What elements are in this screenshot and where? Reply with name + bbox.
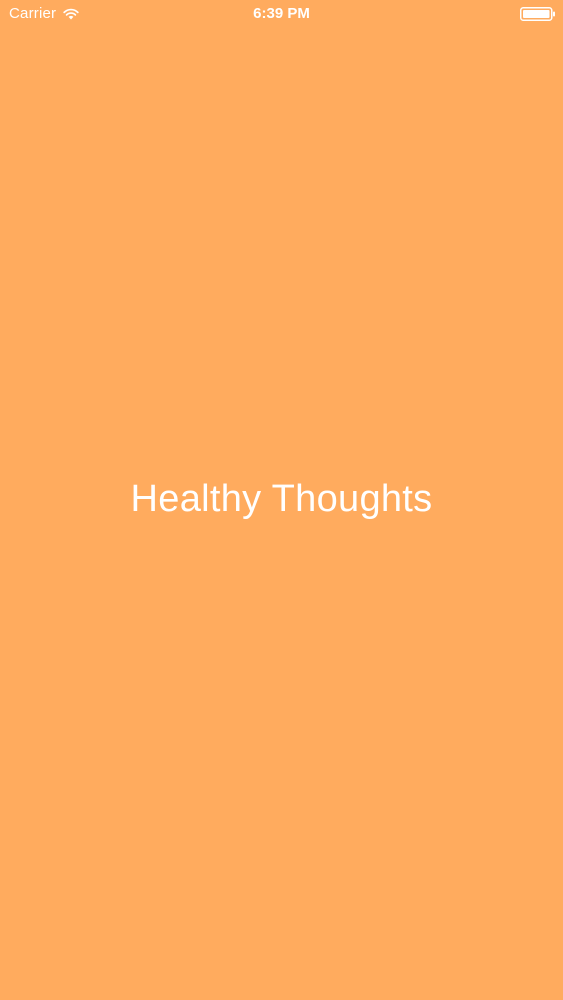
status-time: 6:39 PM <box>253 5 310 22</box>
app-title: Healthy Thoughts <box>130 478 433 520</box>
splash-screen: Carrier 6:39 PM Healthy Thoughts <box>0 0 563 1000</box>
battery-icon <box>520 7 555 21</box>
status-bar: Carrier 6:39 PM <box>0 0 563 30</box>
